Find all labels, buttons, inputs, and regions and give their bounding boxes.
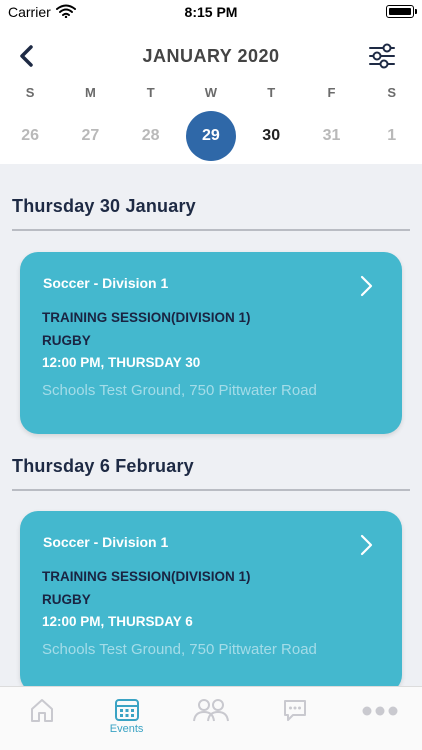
weekday-label: S: [387, 85, 397, 100]
event-sport: RUGBY: [42, 592, 91, 607]
status-time: 8:15 PM: [184, 4, 238, 20]
day-section: Thursday 30 January: [12, 196, 410, 231]
event-location: Schools Test Ground, 750 Pittwater Road: [42, 382, 317, 399]
date-cell[interactable]: 27: [60, 112, 120, 160]
people-icon: [192, 699, 229, 722]
weekday-label: F: [327, 85, 336, 100]
event-card[interactable]: Soccer - Division 1 TRAINING SESSION(DIV…: [20, 252, 402, 434]
chat-icon: [284, 700, 307, 721]
date-cell[interactable]: 31: [301, 112, 361, 160]
more-icon: [362, 706, 398, 716]
tab-events-label: Events: [109, 723, 144, 735]
calendar-icon: [114, 699, 139, 721]
weekday-label: T: [267, 85, 276, 100]
date-cell[interactable]: 26: [0, 112, 60, 160]
date-cell-selected[interactable]: 29: [181, 111, 241, 161]
tab-bar: Events: [0, 686, 422, 750]
event-location: Schools Test Ground, 750 Pittwater Road: [42, 641, 317, 658]
date-number: 27: [81, 127, 100, 144]
event-datetime: 12:00 PM, THURSDAY 6: [42, 614, 193, 629]
tab-people[interactable]: [169, 687, 253, 750]
divider: [12, 489, 410, 491]
weekday-label: T: [146, 85, 155, 100]
weekday-label: W: [204, 85, 218, 100]
event-title: TRAINING SESSION(DIVISION 1): [42, 569, 251, 584]
date-number: 28: [141, 127, 160, 144]
status-bar: Carrier 8:15 PM: [0, 0, 422, 24]
filter-button[interactable]: [368, 42, 396, 70]
day-heading: Thursday 30 January: [12, 196, 196, 216]
date-number: 1: [387, 127, 397, 144]
chevron-right-icon: [360, 275, 373, 297]
month-title: JANUARY 2020: [142, 46, 280, 66]
date-row: 26 27 28 29 30 31 1: [0, 111, 422, 161]
weekday-label: S: [25, 85, 35, 100]
day-heading: Thursday 6 February: [12, 456, 194, 476]
date-number: 29: [202, 127, 220, 144]
event-division: Soccer - Division 1: [43, 275, 169, 291]
date-cell[interactable]: 28: [121, 112, 181, 160]
divider: [12, 229, 410, 231]
date-number: 31: [322, 127, 341, 144]
event-datetime: 12:00 PM, THURSDAY 30: [42, 355, 201, 370]
date-cell[interactable]: 30: [241, 112, 301, 160]
event-title: TRAINING SESSION(DIVISION 1): [42, 310, 251, 325]
battery-icon: [386, 5, 417, 18]
calendar-header: JANUARY 2020 S M T W T F S 26 27 28 29 3…: [0, 24, 422, 164]
event-sport: RUGBY: [42, 333, 91, 348]
event-card[interactable]: Soccer - Division 1 TRAINING SESSION(DIV…: [20, 511, 402, 693]
tab-more[interactable]: [338, 687, 422, 750]
chevron-right-icon: [360, 534, 373, 556]
home-icon: [31, 699, 54, 722]
date-cell[interactable]: 1: [362, 112, 422, 160]
event-division: Soccer - Division 1: [43, 534, 169, 550]
weekday-row: S M T W T F S: [0, 85, 422, 100]
weekday-label: M: [84, 85, 96, 100]
tab-messages[interactable]: [253, 687, 337, 750]
tab-home[interactable]: [0, 687, 84, 750]
tab-events[interactable]: Events: [84, 687, 168, 750]
date-number: 30: [262, 127, 281, 144]
day-section: Thursday 6 February: [12, 456, 410, 491]
date-number: 26: [21, 127, 40, 144]
